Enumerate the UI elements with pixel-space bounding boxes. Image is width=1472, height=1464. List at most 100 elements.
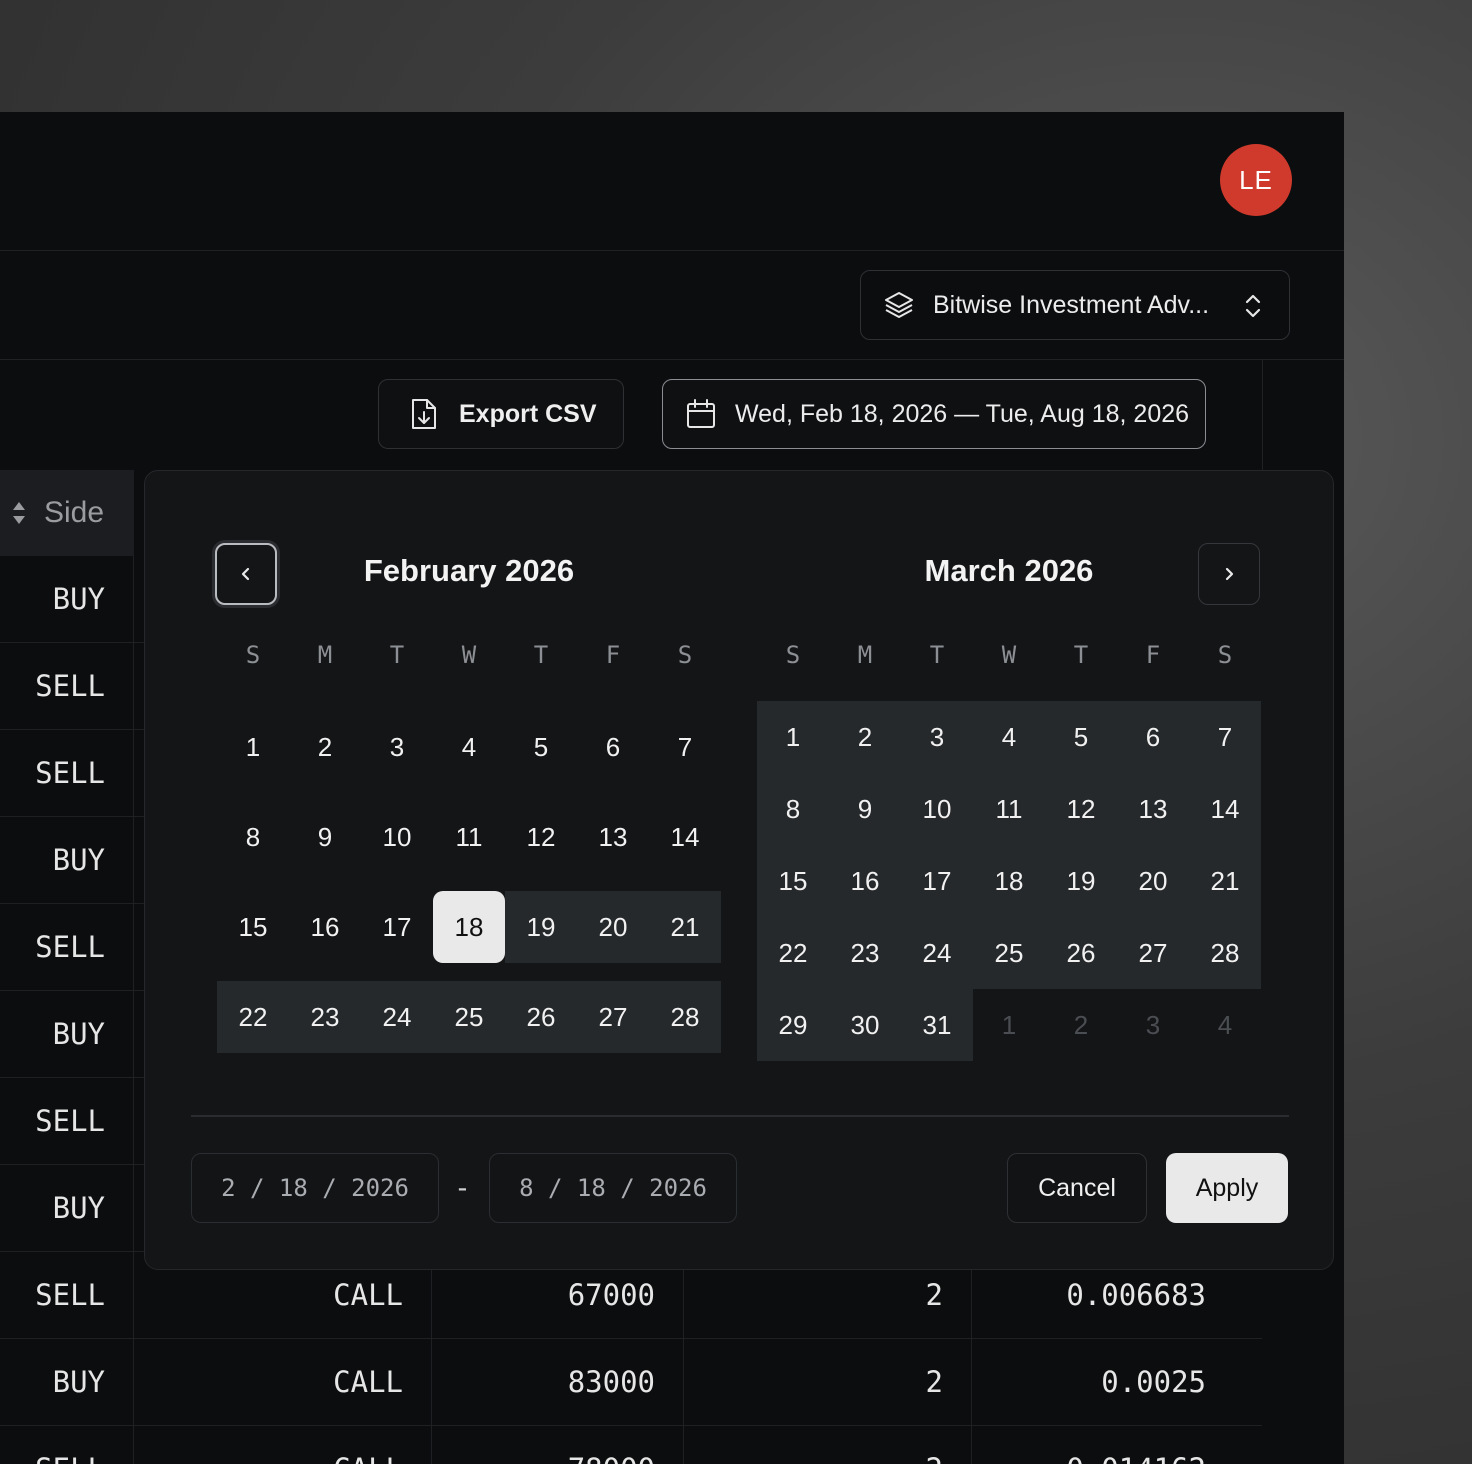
calendar-day[interactable]: 3	[361, 711, 433, 783]
calendar-day: 2	[1073, 1009, 1089, 1040]
calendar-day[interactable]: 6	[1117, 701, 1189, 773]
calendar-day[interactable]: 5	[1045, 701, 1117, 773]
date-range-label: Wed, Feb 18, 2026 — Tue, Aug 18, 2026	[735, 399, 1190, 428]
calendar-day[interactable]: 11	[433, 801, 505, 873]
calendar-day[interactable]: 20	[577, 891, 649, 963]
apply-button[interactable]: Apply	[1166, 1153, 1288, 1223]
top-bar: LE	[0, 112, 1344, 251]
calendar-day[interactable]: 22	[217, 981, 289, 1053]
calendar-day[interactable]: 29	[757, 989, 829, 1061]
calendar-day[interactable]: 30	[829, 989, 901, 1061]
date-range-button[interactable]: Wed, Feb 18, 2026 — Tue, Aug 18, 2026	[662, 379, 1206, 449]
weekday-label: T	[389, 641, 405, 669]
calendar-day[interactable]: 7	[649, 711, 721, 783]
calendar-day[interactable]: 19	[1045, 845, 1117, 917]
weekday-label: W	[461, 641, 477, 669]
calendar-icon	[685, 398, 717, 430]
cell-quantity: 2	[684, 1426, 972, 1464]
calendar-day[interactable]: 14	[1189, 773, 1261, 845]
calendar-day[interactable]: 4	[433, 711, 505, 783]
calendar-day[interactable]: 5	[505, 711, 577, 783]
cancel-button[interactable]: Cancel	[1007, 1153, 1147, 1223]
calendar-day[interactable]: 28	[1189, 917, 1261, 989]
calendar-day: 4	[1217, 1009, 1233, 1040]
end-date-input[interactable]: 8 / 18 / 2026	[489, 1153, 737, 1223]
calendar-day[interactable]: 18	[973, 845, 1045, 917]
calendar-day[interactable]: 6	[577, 711, 649, 783]
start-date-input[interactable]: 2 / 18 / 2026	[191, 1153, 439, 1223]
calendar-day[interactable]: 28	[649, 981, 721, 1053]
calendar-day[interactable]: 15	[217, 891, 289, 963]
table-row[interactable]: SELL CALL 78000 2 0.014162	[0, 1426, 1262, 1464]
calendar-day[interactable]: 25	[433, 981, 505, 1053]
cell-side: SELL	[0, 904, 134, 990]
calendar-day[interactable]: 13	[577, 801, 649, 873]
calendar-day[interactable]: 9	[289, 801, 361, 873]
month-title-february: February 2026	[363, 553, 575, 588]
weekday-label: T	[1073, 641, 1089, 669]
calendar-day[interactable]: 1	[757, 701, 829, 773]
calendar-day[interactable]: 9	[829, 773, 901, 845]
file-download-icon	[409, 397, 439, 431]
calendar-day[interactable]: 2	[289, 711, 361, 783]
cell-side: BUY	[0, 817, 134, 903]
avatar[interactable]: LE	[1220, 144, 1292, 216]
calendar-day[interactable]: 15	[757, 845, 829, 917]
cell-side: BUY	[0, 556, 134, 642]
account-select[interactable]: Bitwise Investment Adv...	[860, 270, 1290, 340]
cell-price: 0.0025	[1101, 1365, 1206, 1399]
cell-strike: 78000	[432, 1426, 684, 1464]
cell-side: BUY	[0, 1339, 134, 1425]
calendar-day[interactable]: 8	[757, 773, 829, 845]
calendar-day[interactable]: 13	[1117, 773, 1189, 845]
calendar-day[interactable]: 10	[361, 801, 433, 873]
toolbar: Export CSV Wed, Feb 18, 2026 — Tue, Aug …	[0, 360, 1263, 470]
calendar-day[interactable]: 27	[577, 981, 649, 1053]
calendar-day[interactable]: 24	[361, 981, 433, 1053]
weekday-header-february: S M T W T F S	[217, 641, 721, 669]
calendar-day[interactable]: 11	[973, 773, 1045, 845]
calendar-day[interactable]: 25	[973, 917, 1045, 989]
calendar-day[interactable]: 23	[289, 981, 361, 1053]
calendar-day[interactable]: 14	[649, 801, 721, 873]
cell-side: SELL	[0, 1078, 134, 1164]
calendar-day[interactable]: 21	[1189, 845, 1261, 917]
calendar-day[interactable]: 22	[757, 917, 829, 989]
calendar-day[interactable]: 23	[829, 917, 901, 989]
side-column-header[interactable]: Side	[0, 470, 134, 556]
calendar-day[interactable]: 27	[1117, 917, 1189, 989]
calendar-day[interactable]: 17	[901, 845, 973, 917]
cell-side: BUY	[0, 1165, 134, 1251]
calendar-day[interactable]: 24	[901, 917, 973, 989]
calendar-day[interactable]: 12	[1045, 773, 1117, 845]
calendar-day[interactable]: 26	[505, 981, 577, 1053]
weekday-label: T	[533, 641, 549, 669]
calendar-day[interactable]: 8	[217, 801, 289, 873]
weekday-label: S	[677, 641, 693, 669]
calendar-day[interactable]: 26	[1045, 917, 1117, 989]
cell-side: SELL	[0, 1252, 134, 1338]
calendar-day[interactable]: 4	[973, 701, 1045, 773]
account-bar: Bitwise Investment Adv...	[0, 251, 1344, 360]
calendar-day[interactable]: 21	[649, 891, 721, 963]
calendar-day[interactable]: 19	[505, 891, 577, 963]
calendar-day[interactable]: 20	[1117, 845, 1189, 917]
calendar-day[interactable]: 16	[289, 891, 361, 963]
calendar-day[interactable]: 31	[901, 989, 973, 1061]
calendar-day[interactable]: 7	[1189, 701, 1261, 773]
account-select-label: Bitwise Investment Adv...	[933, 290, 1210, 319]
export-csv-button[interactable]: Export CSV	[378, 379, 624, 449]
cell-side: SELL	[0, 1426, 134, 1464]
cell-side: SELL	[0, 643, 134, 729]
calendar-day[interactable]: 3	[901, 701, 973, 773]
calendar-day[interactable]: 18	[433, 891, 505, 963]
calendar-day[interactable]: 1	[217, 711, 289, 783]
calendar-day[interactable]: 12	[505, 801, 577, 873]
calendar-day[interactable]: 10	[901, 773, 973, 845]
table-row[interactable]: BUY CALL 83000 2 0.0025	[0, 1339, 1262, 1426]
calendar-day[interactable]: 16	[829, 845, 901, 917]
cell-quantity: 2	[684, 1339, 972, 1425]
calendar-day[interactable]: 17	[361, 891, 433, 963]
calendar-day[interactable]: 2	[829, 701, 901, 773]
cell-side: SELL	[0, 730, 134, 816]
